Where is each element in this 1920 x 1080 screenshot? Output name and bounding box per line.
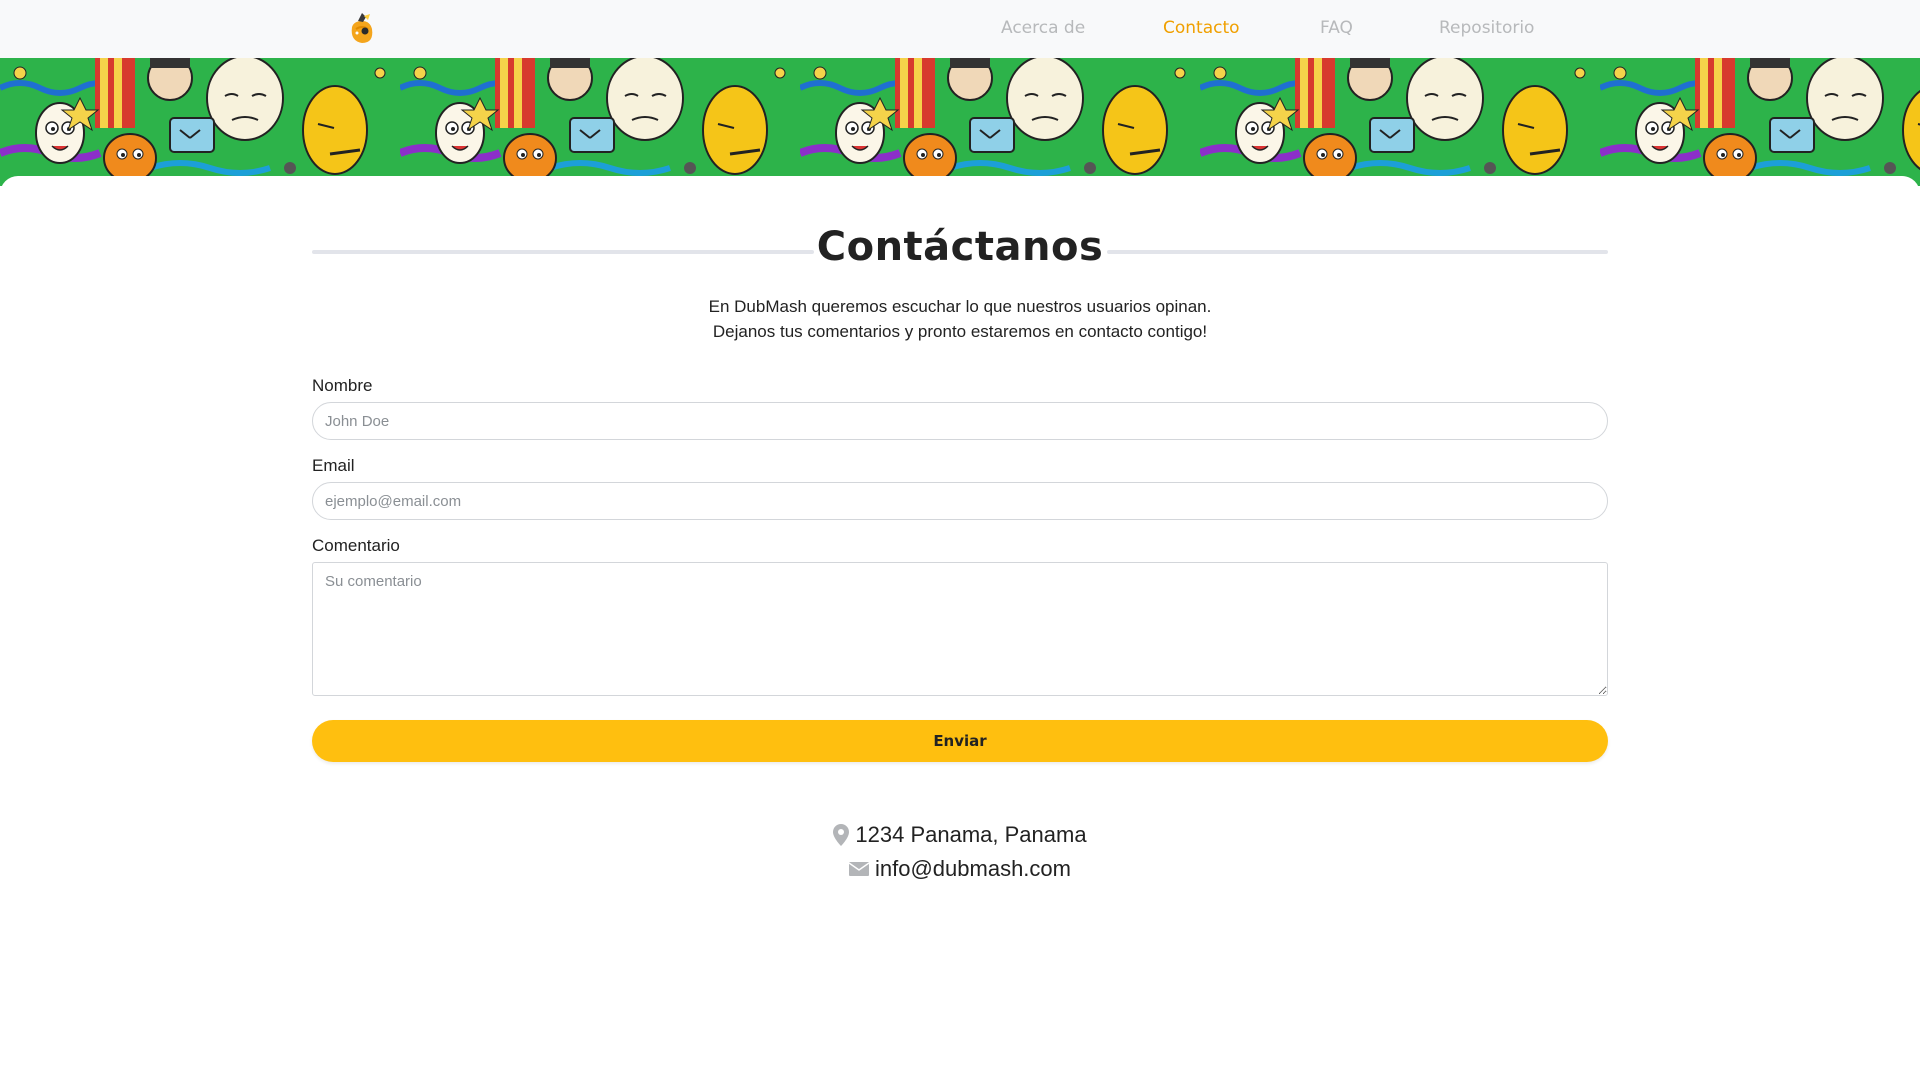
intro-line-1: En DubMash queremos escuchar lo que nues… [708, 297, 1212, 316]
intro-line-2: Dejanos tus comentarios y pronto estarem… [712, 322, 1208, 341]
address-line: 1234 Panama, Panama [0, 822, 1920, 848]
page-title: Contáctanos [816, 224, 1104, 270]
map-pin-icon [833, 824, 850, 846]
email-input[interactable] [312, 482, 1608, 520]
nav-link-repositorio[interactable]: Repositorio [1439, 18, 1534, 38]
name-input[interactable] [312, 402, 1608, 440]
intro-text: En DubMash queremos escuchar lo que nues… [0, 294, 1920, 344]
name-label: Nombre [312, 376, 373, 395]
navbar: Acerca de Contacto FAQ Repositorio [0, 0, 1920, 58]
address-text: 1234 Panama, Panama [855, 822, 1087, 847]
email-label: Email [312, 456, 355, 475]
nav-link-faq[interactable]: FAQ [1320, 18, 1353, 38]
comment-label: Comentario [312, 536, 400, 555]
nav-links: Acerca de Contacto FAQ Repositorio [0, 0, 1920, 58]
comment-textarea[interactable] [312, 562, 1608, 696]
envelope-icon [849, 861, 869, 877]
nav-link-contacto[interactable]: Contacto [1163, 18, 1240, 38]
email-text[interactable]: info@dubmash.com [875, 856, 1071, 882]
submit-button[interactable]: Enviar [312, 720, 1608, 762]
nav-link-acerca[interactable]: Acerca de [1001, 18, 1085, 38]
cartoon-faces-banner [0, 58, 1920, 186]
email-line: info@dubmash.com [0, 856, 1920, 882]
contact-card: Contáctanos En DubMash queremos escuchar… [0, 176, 1920, 1080]
